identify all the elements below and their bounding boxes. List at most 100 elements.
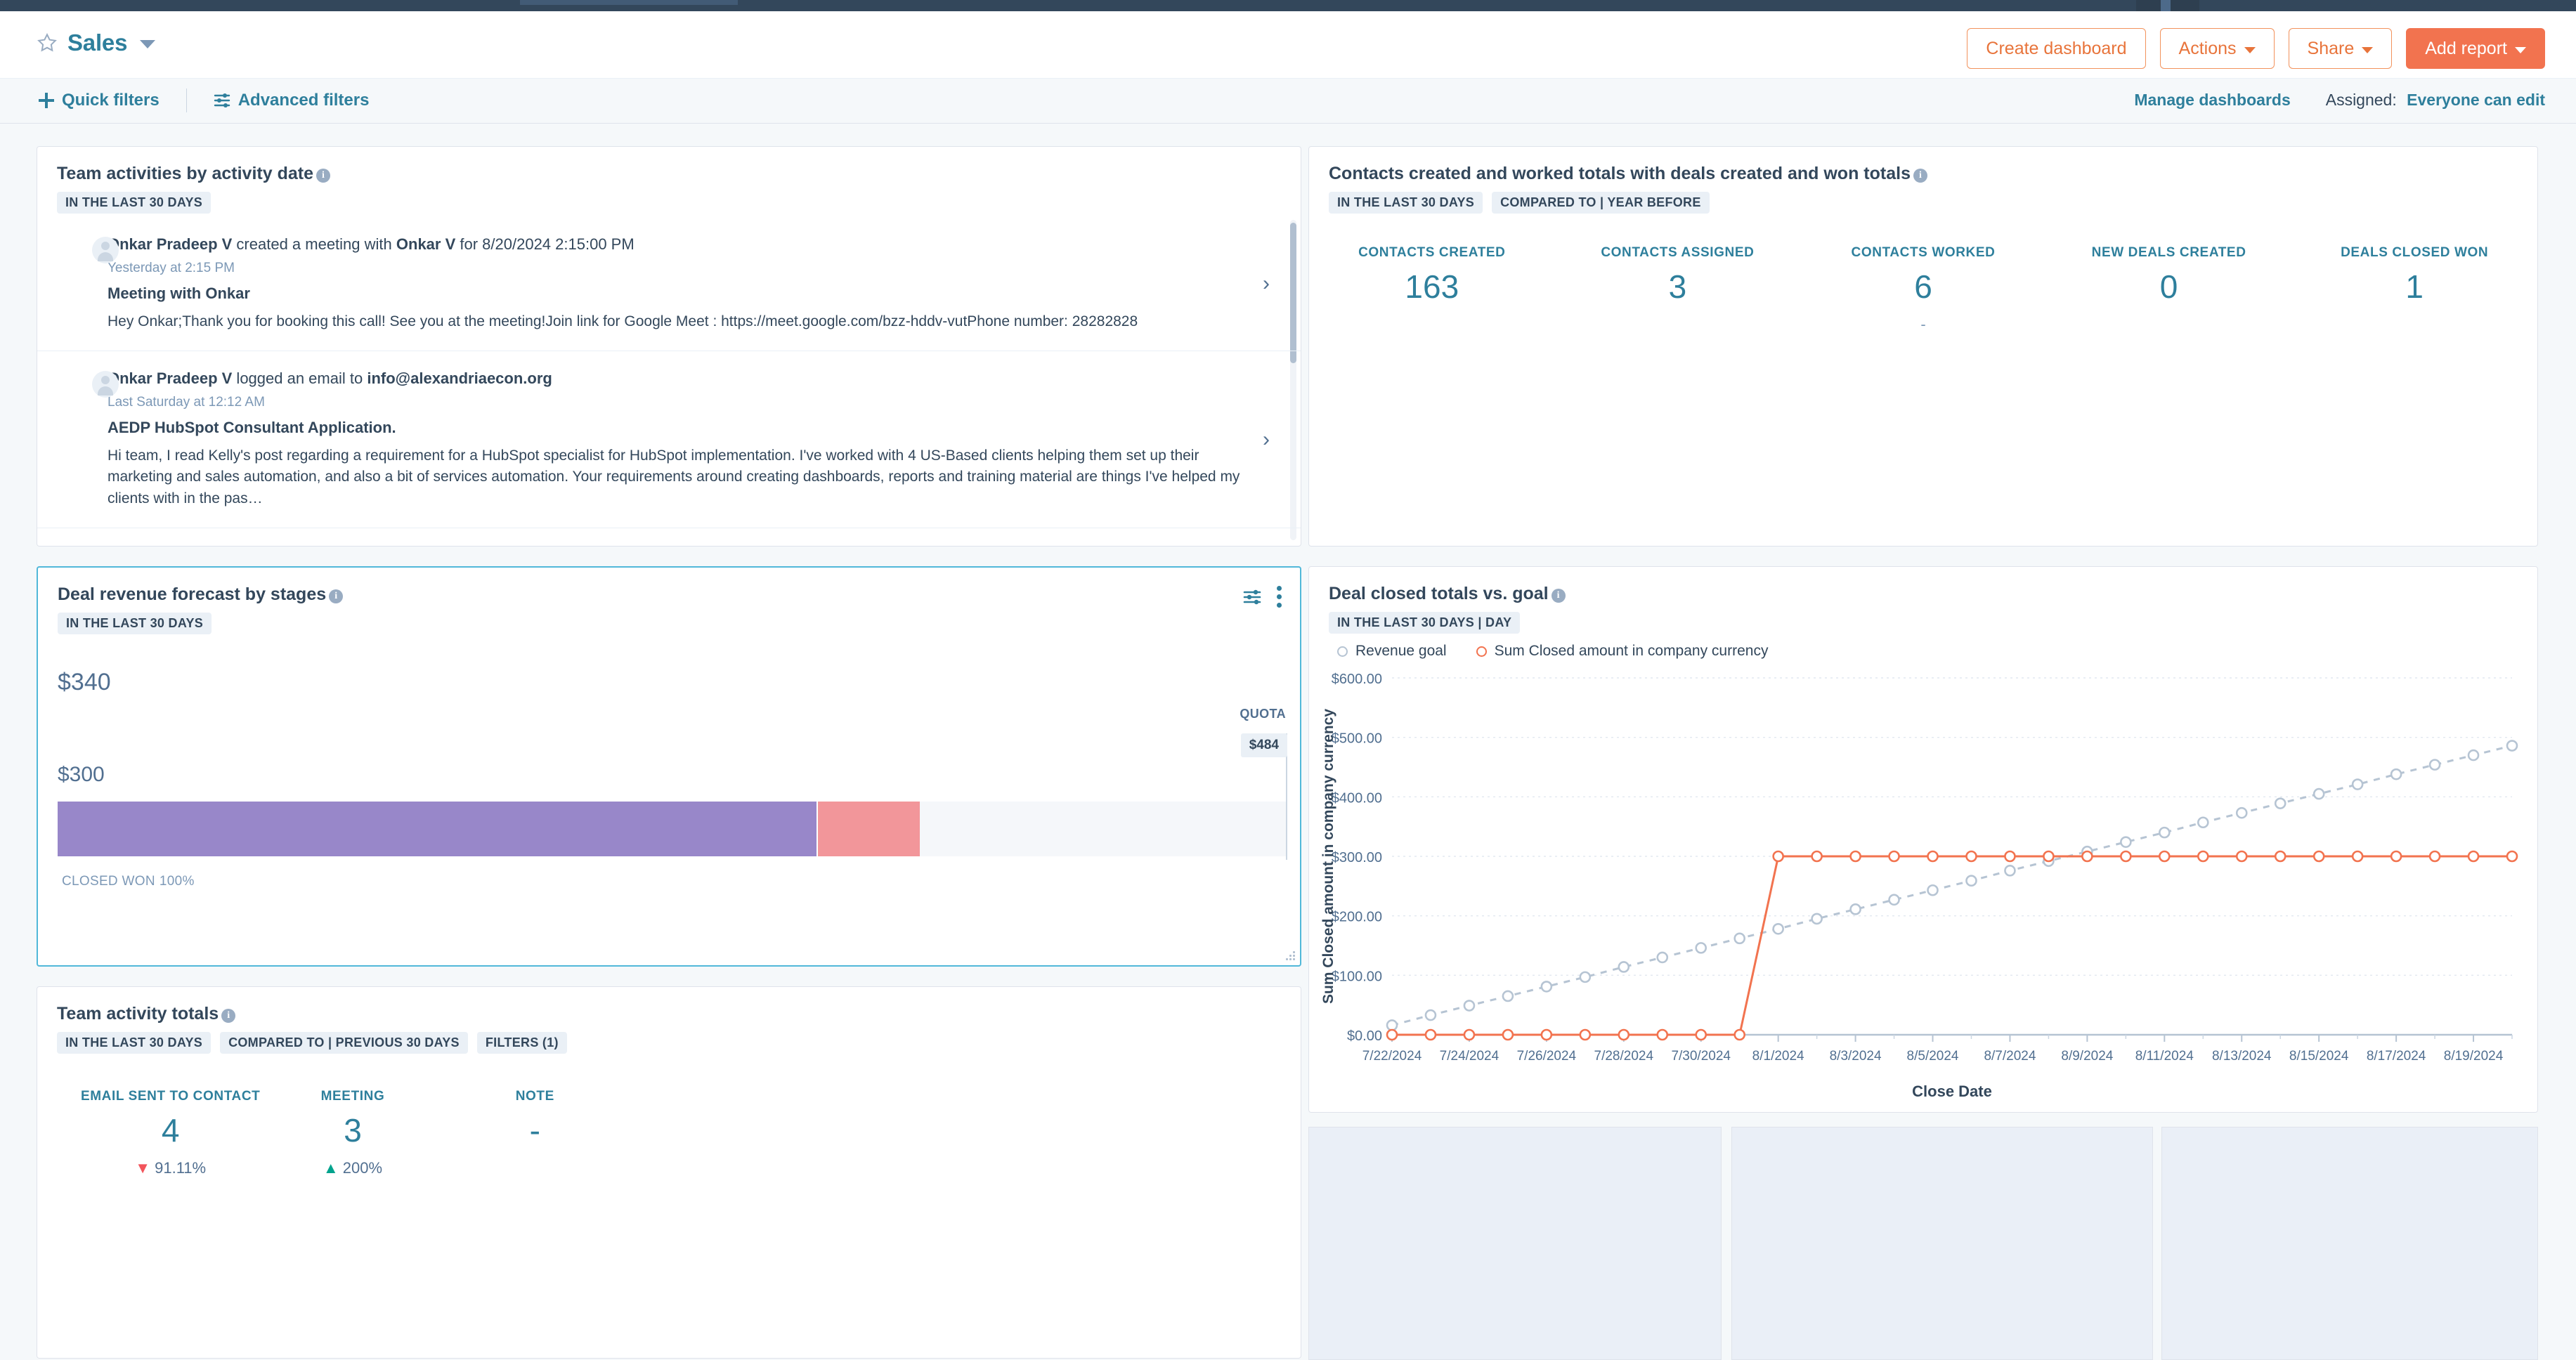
svg-text:Close Date: Close Date (1912, 1083, 1992, 1100)
advanced-filters-label: Advanced filters (238, 91, 370, 110)
kpi-label: NEW DEALS CREATED (2091, 245, 2246, 260)
kpi-delta-value: 91.11% (155, 1159, 207, 1177)
quota-label: QUOTA (1240, 707, 1286, 721)
info-icon[interactable]: i (1913, 168, 1927, 183)
assigned-value[interactable]: Everyone can edit (2407, 91, 2545, 109)
add-report-button[interactable]: Add report (2406, 28, 2545, 69)
actions-button[interactable]: Actions (2159, 28, 2275, 69)
legend-item-closed-amount[interactable]: Sum Closed amount in company currency (1476, 643, 1768, 660)
svg-text:7/22/2024: 7/22/2024 (1362, 1049, 1422, 1064)
nav-highlight (520, 0, 738, 5)
card-title-text: Deal revenue forecast by stages (58, 584, 327, 604)
bar-segment-forecast[interactable] (818, 802, 921, 856)
list-item[interactable]: Onkar Pradeep V created a meeting with O… (37, 217, 1301, 352)
kpi-value[interactable]: 1 (2291, 268, 2537, 306)
kpi-deals-closed-won: DEALS CLOSED WON 1 (2291, 245, 2537, 332)
kpi-row: EMAIL SENT TO CONTACT 4 ▼ 91.11% MEETING… (79, 1089, 626, 1177)
kpi-value[interactable]: - (444, 1111, 626, 1149)
create-dashboard-button[interactable]: Create dashboard (1967, 28, 2146, 69)
activity-subject: AEDP HubSpot Consultant Application. (108, 418, 396, 436)
card-placeholder-1[interactable] (1308, 1127, 1722, 1360)
chevron-down-icon (2244, 46, 2256, 53)
info-icon[interactable]: i (329, 589, 344, 603)
svg-text:$0.00: $0.00 (1347, 1028, 1382, 1044)
kpi-value[interactable]: 6 (1800, 268, 2046, 306)
svg-text:7/24/2024: 7/24/2024 (1440, 1049, 1500, 1064)
add-report-label: Add report (2425, 38, 2507, 58)
sliders-icon (214, 93, 230, 107)
card-chips: IN THE LAST 30 DAYS (58, 613, 1280, 634)
forecast-stacked-bar[interactable] (58, 802, 1286, 856)
bar-segment-closed-won[interactable] (58, 802, 818, 856)
manage-dashboards-link[interactable]: Manage dashboards (2134, 91, 2290, 110)
svg-text:8/3/2024: 8/3/2024 (1830, 1049, 1882, 1064)
kpi-sub (1555, 315, 1801, 332)
trend-up-icon: ▲ (323, 1159, 339, 1177)
chip-date-range: IN THE LAST 30 DAYS (57, 192, 212, 214)
kpi-value[interactable]: 3 (1555, 268, 1801, 306)
kpi-delta-value: 200% (342, 1159, 383, 1177)
legend-item-revenue-goal[interactable]: Revenue goal (1337, 643, 1447, 660)
info-icon[interactable]: i (1551, 588, 1566, 603)
kpi-sub (1309, 315, 1555, 332)
quick-filters-button[interactable]: Quick filters (39, 91, 160, 110)
chip-filters: FILTERS (1) (476, 1032, 567, 1054)
kpi-row: CONTACTS CREATED 163 CONTACTS ASSIGNED 3… (1309, 245, 2537, 333)
activity-headline: Onkar Pradeep V logged an email to info@… (108, 368, 1251, 389)
kebab-menu-icon[interactable] (1277, 586, 1282, 608)
filter-bar: Quick filters Advanced filters Manage da… (0, 79, 2576, 124)
chip-date-range: IN THE LAST 30 DAYS (57, 1032, 212, 1054)
card-title: Deal revenue forecast by stages i (58, 584, 344, 605)
legend-marker-icon (1476, 646, 1487, 657)
svg-text:8/15/2024: 8/15/2024 (2289, 1049, 2349, 1064)
svg-text:8/5/2024: 8/5/2024 (1907, 1049, 1959, 1064)
page-title: Sales (67, 30, 128, 55)
kpi-note: NOTE - (444, 1089, 626, 1176)
list-item[interactable]: Onkar Pradeep logged an email to Harry K… (37, 528, 1301, 546)
share-label: Share (2307, 38, 2355, 58)
sliders-icon[interactable] (1243, 589, 1261, 606)
kpi-value[interactable]: 0 (2046, 268, 2292, 306)
chevron-down-icon (2515, 46, 2526, 53)
chevron-down-icon[interactable] (140, 40, 156, 48)
quick-filters-label: Quick filters (62, 91, 160, 110)
activity-headline: Onkar Pradeep logged an email to Harry K… (108, 545, 1251, 546)
favorite-star-icon[interactable] (37, 32, 58, 53)
card-title: Team activity totals i (57, 1004, 236, 1024)
card-deal-closed-vs-goal: Deal closed totals vs. goal i IN THE LAS… (1308, 566, 2538, 1113)
dashboard-canvas: Team activities by activity date i IN TH… (0, 124, 2576, 1360)
kpi-delta (444, 1159, 626, 1176)
svg-text:Sum Closed amount in company c: Sum Closed amount in company currency (1320, 709, 1336, 1004)
info-icon[interactable]: i (316, 168, 330, 183)
share-button[interactable]: Share (2288, 28, 2393, 69)
chevron-right-icon[interactable]: › (1263, 428, 1270, 452)
card-title: Deal closed totals vs. goal i (1329, 584, 1566, 604)
card-title-text: Team activities by activity date (57, 164, 313, 183)
card-chips: IN THE LAST 30 DAYS COMPARED TO | PREVIO… (57, 1032, 1281, 1054)
card-deal-revenue-forecast[interactable]: Deal revenue forecast by stages i IN THE… (37, 566, 1301, 967)
card-chips: IN THE LAST 30 DAYS (57, 192, 1281, 214)
card-header: Deal revenue forecast by stages i IN THE… (38, 568, 1300, 634)
kpi-value[interactable]: 4 (79, 1111, 261, 1149)
svg-text:8/11/2024: 8/11/2024 (2135, 1049, 2194, 1064)
kpi-email-sent-to-contact: EMAIL SENT TO CONTACT 4 ▼ 91.11% (79, 1089, 261, 1177)
svg-text:8/19/2024: 8/19/2024 (2444, 1049, 2504, 1064)
card-placeholder-2[interactable] (1731, 1127, 2153, 1360)
info-icon[interactable]: i (221, 1008, 236, 1023)
card-resize-handle[interactable] (1286, 951, 1296, 961)
chip-date-range: IN THE LAST 30 DAYS (58, 613, 212, 634)
card-header: Team activities by activity date i IN TH… (37, 147, 1301, 214)
kpi-label: EMAIL SENT TO CONTACT (80, 1089, 261, 1104)
card-placeholder-3[interactable] (2161, 1127, 2538, 1360)
chevron-right-icon[interactable]: › (1263, 272, 1270, 296)
advanced-filters-button[interactable]: Advanced filters (214, 91, 370, 110)
forecast-legend: CLOSED WON 100% (58, 874, 195, 889)
kpi-value[interactable]: 163 (1309, 268, 1555, 306)
activity-target: info@alexandriaecon.org (367, 370, 552, 388)
activity-body: Hey Onkar;Thank you for booking this cal… (108, 313, 1138, 329)
list-item[interactable]: Onkar Pradeep V logged an email to info@… (37, 351, 1301, 529)
svg-text:$600.00: $600.00 (1332, 672, 1382, 687)
kpi-sub (2291, 315, 2537, 332)
kpi-value[interactable]: 3 (261, 1111, 443, 1149)
line-chart-svg[interactable]: $0.00 $100.00 $200.00 $300.00 $400.00 $500.00… (1309, 665, 2537, 1112)
